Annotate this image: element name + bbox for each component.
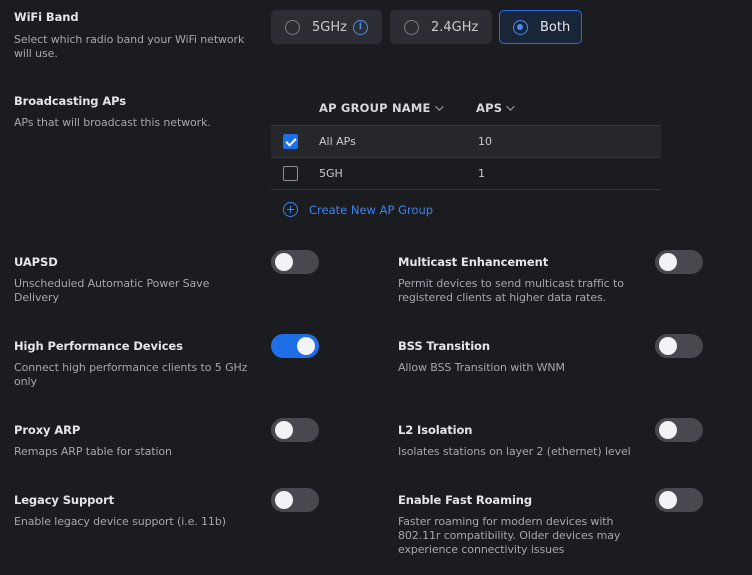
ap-group-name: All APs xyxy=(319,135,356,148)
toggle-knob xyxy=(659,253,677,271)
column-header-aps[interactable]: APS xyxy=(476,101,515,115)
setting-description-legacy-support: Enable legacy device support (i.e. 11b) xyxy=(14,515,226,528)
ap-count: 10 xyxy=(478,135,492,148)
ap-count: 1 xyxy=(478,166,485,180)
band-option-label: 2.4GHz xyxy=(431,19,479,35)
setting-description-multicast-enhancement: Permit devices to send multicast traffic… xyxy=(398,277,624,304)
chevron-down-icon xyxy=(434,102,444,111)
toggle-legacy-support[interactable] xyxy=(271,488,319,512)
setting-description-high-performance-devices: Connect high performance clients to 5 GH… xyxy=(14,361,248,388)
band-option-label: 5GHz xyxy=(312,19,347,35)
toggle-proxy-arp[interactable] xyxy=(271,418,319,442)
row-checkbox[interactable] xyxy=(283,134,298,149)
wifi-band-title: WiFi Band xyxy=(14,10,79,24)
toggle-knob xyxy=(275,491,293,509)
radio-icon xyxy=(285,19,300,35)
broadcasting-aps-description: APs that will broadcast this network. xyxy=(14,116,211,129)
setting-title-high-performance-devices: High Performance Devices xyxy=(14,339,183,353)
broadcasting-aps-title: Broadcasting APs xyxy=(14,94,126,108)
radio-selected-icon xyxy=(513,19,528,35)
column-header-ap-group-name[interactable]: AP GROUP NAME xyxy=(319,101,444,115)
setting-description-enable-fast-roaming: Faster roaming for modern devices with 8… xyxy=(398,515,621,556)
toggle-uapsd[interactable] xyxy=(271,250,319,274)
toggle-knob xyxy=(275,253,293,271)
setting-description-l2-isolation: Isolates stations on layer 2 (ethernet) … xyxy=(398,445,631,458)
setting-title-l2-isolation: L2 Isolation xyxy=(398,423,473,437)
toggle-knob xyxy=(659,337,677,355)
band-option-both[interactable]: Both xyxy=(499,10,582,44)
toggle-knob xyxy=(659,491,677,509)
setting-description-uapsd: Unscheduled Automatic Power Save Deliver… xyxy=(14,277,210,304)
column-header-label: AP GROUP NAME xyxy=(319,101,431,115)
toggle-knob xyxy=(659,421,677,439)
band-option-5ghz[interactable]: 5GHz i xyxy=(271,10,382,44)
wifi-band-description: Select which radio band your WiFi networ… xyxy=(14,33,245,60)
setting-title-enable-fast-roaming: Enable Fast Roaming xyxy=(398,493,533,507)
band-option-2-4ghz[interactable]: 2.4GHz xyxy=(390,10,492,44)
setting-title-legacy-support: Legacy Support xyxy=(14,493,115,507)
create-ap-group-label: Create New AP Group xyxy=(309,202,434,217)
setting-title-proxy-arp: Proxy ARP xyxy=(14,423,81,437)
setting-title-bss-transition: BSS Transition xyxy=(398,339,490,353)
radio-icon xyxy=(404,19,419,35)
toggle-enable-fast-roaming[interactable] xyxy=(655,488,703,512)
info-icon[interactable]: i xyxy=(352,19,368,35)
ap-group-name: 5GH xyxy=(319,166,343,180)
setting-description-bss-transition: Allow BSS Transition with WNM xyxy=(398,361,565,374)
toggle-knob xyxy=(275,421,293,439)
column-header-label: APS xyxy=(476,101,503,115)
toggle-multicast-enhancement[interactable] xyxy=(655,250,703,274)
table-row[interactable]: All APs 10 xyxy=(271,125,661,158)
toggle-knob xyxy=(297,337,315,355)
band-option-label: Both xyxy=(540,19,571,35)
create-ap-group-link[interactable]: Create New AP Group xyxy=(283,202,433,217)
setting-description-proxy-arp: Remaps ARP table for station xyxy=(14,445,172,458)
toggle-bss-transition[interactable] xyxy=(655,334,703,358)
table-row[interactable]: 5GH 1 xyxy=(271,157,661,190)
toggle-high-performance-devices[interactable] xyxy=(271,334,319,358)
setting-title-uapsd: UAPSD xyxy=(14,255,58,269)
plus-circle-icon xyxy=(283,202,298,217)
toggle-l2-isolation[interactable] xyxy=(655,418,703,442)
chevron-down-icon xyxy=(506,102,515,111)
setting-title-multicast-enhancement: Multicast Enhancement xyxy=(398,255,549,269)
row-checkbox[interactable] xyxy=(283,165,298,181)
